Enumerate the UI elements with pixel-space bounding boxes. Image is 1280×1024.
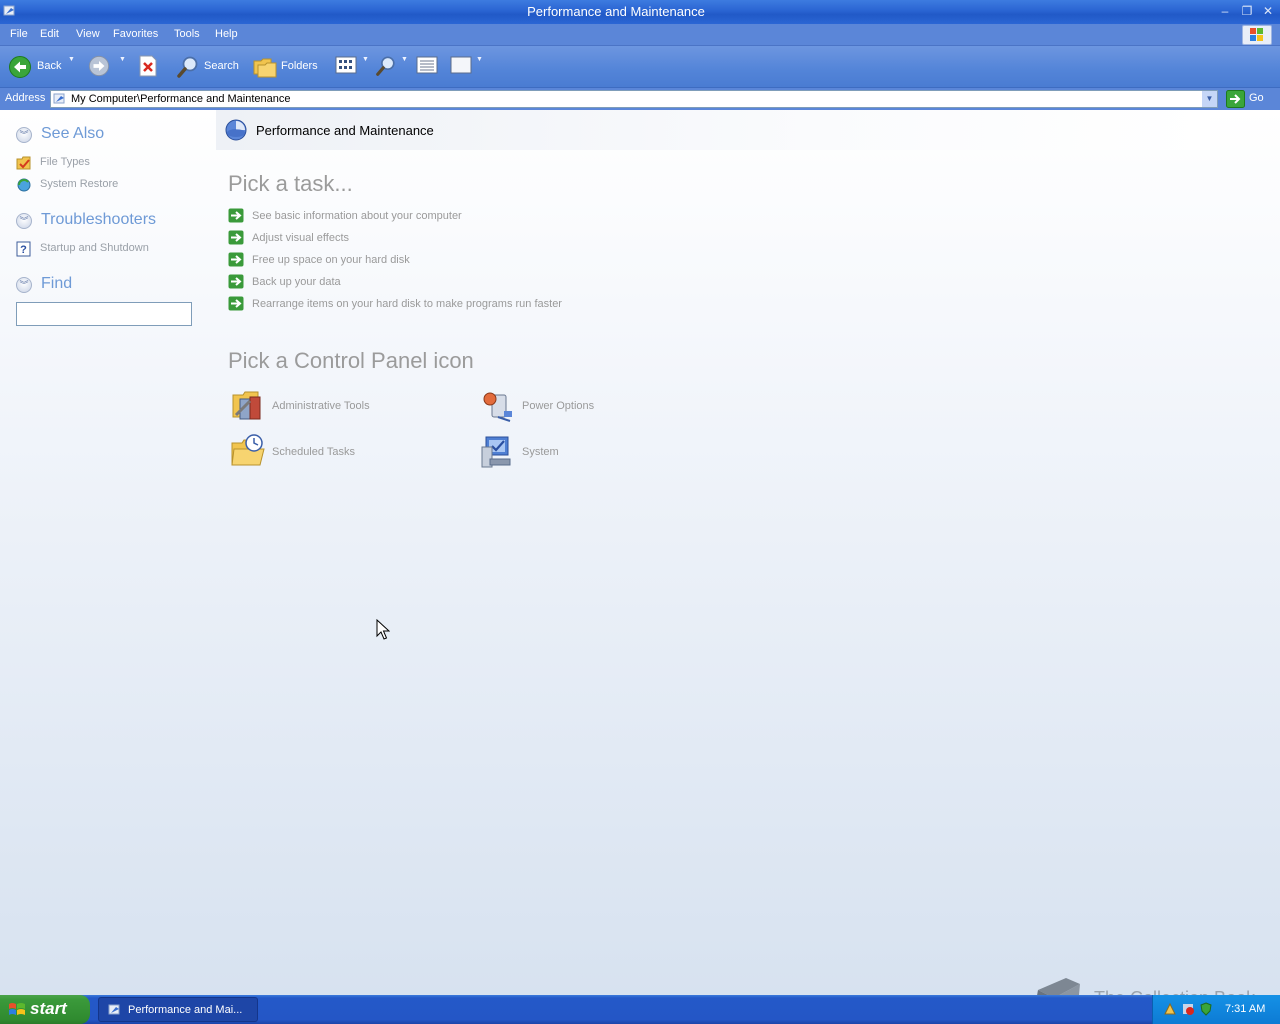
stop-icon — [139, 55, 157, 77]
windows-flag-icon — [9, 1003, 25, 1015]
layout-button[interactable] — [450, 55, 474, 79]
layout-dropdown-chevron-icon[interactable]: ▼ — [476, 56, 483, 63]
system-restore-icon — [17, 178, 31, 192]
menu-edit[interactable]: Edit — [40, 28, 59, 40]
windows-logo-icon — [1242, 25, 1272, 45]
toolbar: Back ▼ ▼ Search Folders ▼ ▼ ▼ — [0, 46, 1280, 88]
menu-help[interactable]: Help — [215, 28, 238, 40]
go-arrow-icon — [1226, 90, 1245, 108]
folders-icon — [253, 58, 277, 78]
collapse-chevron-icon[interactable]: ︾ — [16, 213, 32, 229]
administrative-tools-icon — [232, 391, 261, 420]
main-pane: Performance and Maintenance Pick a task.… — [216, 110, 1280, 995]
mouse-cursor-icon — [376, 619, 390, 640]
svg-text:?: ? — [20, 244, 27, 256]
task-pane: ︾ See Also File Types System Restore ︾ T… — [0, 110, 216, 995]
menu-file[interactable]: File — [10, 28, 28, 40]
taskbar: start Performance and Mai... 7:31 AM — [0, 995, 1280, 1024]
pick-a-task-heading: Pick a task... — [228, 171, 353, 196]
file-types-icon — [16, 156, 31, 170]
address-dropdown-chevron-icon[interactable]: ▼ — [1202, 91, 1217, 107]
pick-control-panel-icon-heading: Pick a Control Panel icon — [228, 348, 474, 373]
forward-dropdown-chevron-icon[interactable]: ▼ — [119, 56, 126, 63]
system-tray: 7:31 AM — [1152, 995, 1280, 1024]
back-arrow-icon — [9, 56, 31, 78]
help-icon: ? — [16, 241, 31, 257]
views-button[interactable] — [335, 55, 359, 79]
minimize-button[interactable]: – — [1218, 4, 1232, 18]
folders-button[interactable]: Folders — [253, 55, 323, 79]
collapse-chevron-icon[interactable]: ︾ — [16, 127, 32, 143]
back-dropdown-chevron-icon[interactable]: ▼ — [68, 56, 75, 63]
control-panel-icon — [53, 93, 65, 104]
network-tray-icon[interactable] — [1163, 1002, 1177, 1016]
search-options-dropdown-chevron-icon[interactable]: ▼ — [401, 56, 408, 63]
stop-button[interactable] — [138, 55, 160, 79]
menu-view[interactable]: View — [76, 28, 100, 40]
clock: 7:31 AM — [1225, 1003, 1266, 1015]
address-bar: Address My Computer\Performance and Main… — [0, 88, 1280, 110]
search-options-button[interactable] — [375, 55, 399, 79]
start-button[interactable]: start — [0, 995, 90, 1024]
views-dropdown-chevron-icon[interactable]: ▼ — [362, 56, 369, 63]
address-value: My Computer\Performance and Maintenance — [71, 93, 291, 105]
collapse-chevron-icon[interactable]: ︾ — [16, 277, 32, 293]
address-input[interactable]: My Computer\Performance and Maintenance … — [50, 90, 1218, 108]
back-button[interactable]: Back — [8, 55, 68, 79]
forward-button[interactable] — [88, 55, 112, 79]
taskbar-window-button[interactable]: Performance and Mai... — [98, 997, 258, 1022]
task-arrow-icon — [228, 296, 244, 311]
menu-favorites[interactable]: Favorites — [113, 28, 158, 40]
properties-icon — [416, 56, 438, 74]
power-options-icon — [483, 392, 512, 422]
scheduled-tasks-icon — [231, 434, 265, 466]
forward-arrow-icon — [88, 55, 110, 77]
address-label: Address — [5, 92, 46, 104]
category-header: Performance and Maintenance — [216, 110, 1210, 150]
system-icon — [481, 436, 511, 468]
layout-icon — [450, 56, 472, 74]
close-button[interactable]: ✕ — [1261, 4, 1275, 18]
task-arrow-icon — [228, 274, 244, 289]
security-alert-tray-icon[interactable] — [1181, 1002, 1195, 1016]
shield-tray-icon[interactable] — [1199, 1002, 1213, 1016]
go-button[interactable]: Go — [1226, 90, 1276, 108]
restore-button[interactable]: ❐ — [1240, 4, 1254, 18]
search-button[interactable]: Search — [176, 55, 242, 79]
search-icon — [177, 56, 198, 78]
menu-bar: File Edit View Favorites Tools Help — [0, 24, 1280, 46]
control-panel-icon — [108, 1004, 120, 1015]
task-arrow-icon — [228, 252, 244, 267]
title-bar[interactable]: Performance and Maintenance – ❐ ✕ — [0, 0, 1280, 24]
performance-maintenance-icon — [225, 119, 247, 141]
task-arrow-icon — [228, 230, 244, 245]
views-icon — [335, 56, 357, 74]
menu-tools[interactable]: Tools — [174, 28, 200, 40]
window-title: Performance and Maintenance — [527, 4, 705, 19]
category-title: Performance and Maintenance — [256, 123, 434, 138]
content-area: ︾ See Also File Types System Restore ︾ T… — [0, 110, 1280, 995]
find-input[interactable] — [16, 302, 192, 326]
magnifier-icon — [376, 56, 395, 76]
properties-button[interactable] — [416, 55, 440, 79]
task-arrow-icon — [228, 208, 244, 223]
